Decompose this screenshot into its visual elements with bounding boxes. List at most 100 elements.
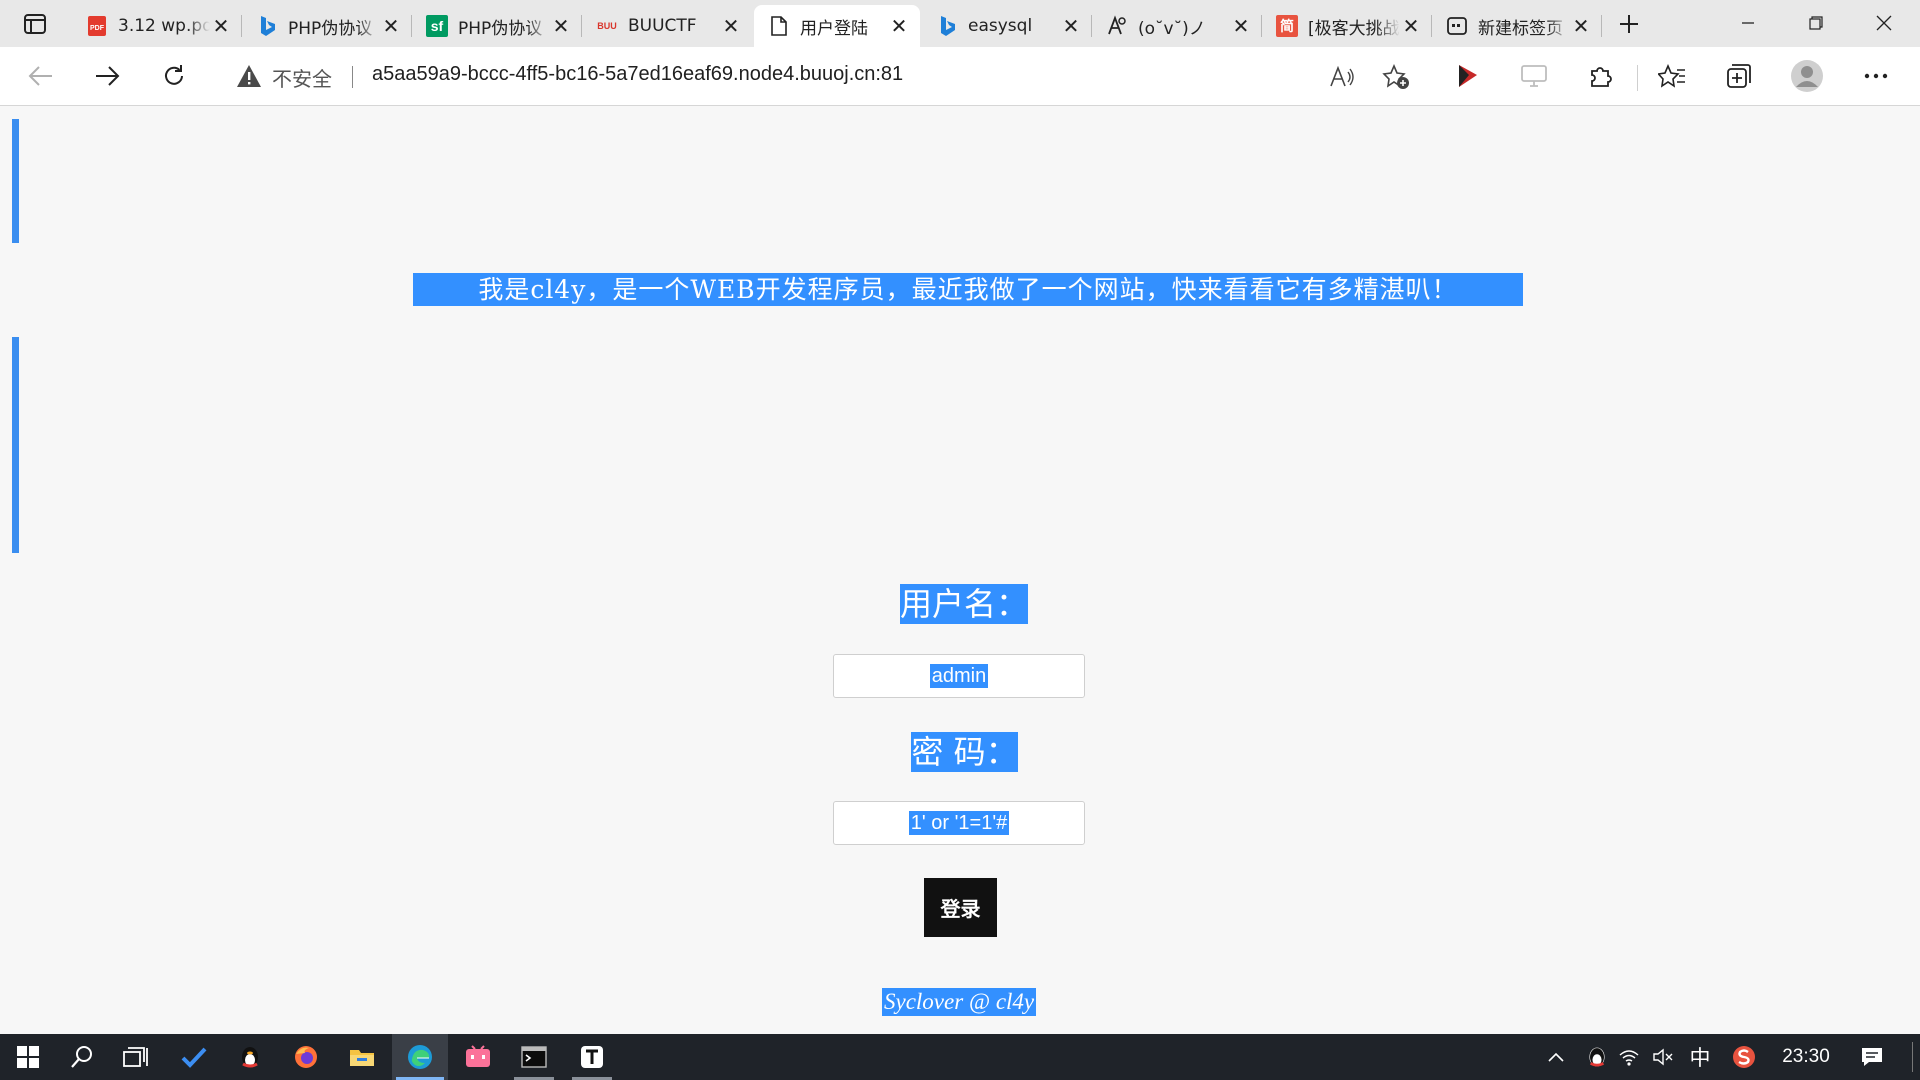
tab-newtab[interactable]: 新建标签页 ✕ [1432,5,1602,47]
buuctf-icon: BUU [597,21,617,31]
firefox-icon [295,1046,317,1068]
login-button[interactable]: 登录 [924,878,997,937]
tab-buuctf[interactable]: BUU BUUCTF ✕ [582,5,752,47]
refresh-button[interactable] [155,57,193,95]
show-desktop-button[interactable] [1904,1034,1920,1080]
show-hidden-icons-button[interactable] [1544,1034,1568,1080]
taskbar: 中 23:30 [0,1034,1920,1080]
search-button[interactable] [54,1034,110,1080]
back-arrow-icon [28,66,52,86]
tab-title: 3.12 wp.pdf [118,16,210,36]
newtab-icon [1446,15,1468,37]
taskbar-explorer-app[interactable] [334,1034,390,1080]
close-icon[interactable]: ✕ [1570,14,1592,38]
password-input[interactable]: 1' or '1=1'# [833,801,1085,845]
taskbar-bilibili-app[interactable] [450,1034,506,1080]
extension-red-button[interactable] [1449,57,1487,95]
tab-title: [极客大挑战 [1308,18,1400,39]
qq-penguin-icon [242,1047,258,1068]
taskbar-typora-app[interactable] [564,1034,620,1080]
volume-button[interactable] [1648,1034,1678,1080]
password-label: 密 码： [911,732,1018,772]
address-bar[interactable]: 不安全 a5aa59a9-bccc-4ff5-bc16-5a7ed16eaf69… [216,54,1426,98]
close-icon[interactable]: ✕ [1400,14,1422,38]
warning-icon [237,65,261,87]
close-icon[interactable]: ✕ [720,14,742,38]
collections-icon [1727,64,1751,88]
notification-icon [1862,1048,1882,1066]
sogou-icon [1733,1046,1755,1068]
plus-icon [1620,15,1638,33]
tab-title: easysql [968,16,1033,36]
back-button[interactable] [22,57,60,95]
avatar [1791,60,1823,92]
refresh-icon [165,65,183,85]
close-icon[interactable]: ✕ [1060,14,1082,38]
username-value: admin [929,664,989,688]
tab-php-bing[interactable]: PHP伪协议 ✕ [242,5,412,47]
taskbar-qq-app[interactable] [222,1034,278,1080]
intro-text: 我是cl4y，是一个WEB开发程序员，最近我做了一个网站，快来看看它有多精湛叭！ [413,273,1523,306]
tab-pdf[interactable]: PDF 3.12 wp.pdf ✕ [72,5,242,47]
restore-button[interactable] [1782,0,1850,46]
close-icon[interactable]: ✕ [550,14,572,38]
tray-qq-button[interactable] [1582,1034,1612,1080]
favorites-icon [1658,64,1685,88]
tab-actions-button[interactable] [18,10,52,38]
tab-login-active[interactable]: 用户登陆 ✕ [754,5,920,47]
bing-icon [256,15,278,37]
svg-text:PDF: PDF [90,25,105,32]
close-icon [1876,15,1892,31]
tab-strip: PDF 3.12 wp.pdf ✕ PHP伪协议 ✕ sf PHP伪协议 ✕ B… [0,0,1920,47]
windows-logo-icon [17,1046,39,1068]
extension-screen-button[interactable] [1515,57,1553,95]
close-icon[interactable]: ✕ [1230,14,1252,38]
read-aloud-icon[interactable] [1328,64,1356,90]
tab-easysql[interactable]: easysql ✕ [922,5,1092,47]
tab-title: BUUCTF [628,16,697,36]
footer-credit: Syclover @ cl4y [882,988,1037,1016]
jian-icon: 简 [1276,15,1298,37]
tab-actions-icon [24,14,46,34]
close-icon[interactable]: ✕ [888,14,910,38]
extension-red-icon [1459,65,1477,87]
tab-title: PHP伪协议 [458,18,543,39]
extensions-button[interactable] [1581,57,1619,95]
pdf-icon: PDF [86,15,108,37]
notifications-button[interactable] [1854,1034,1890,1080]
taskbar-firefox-app[interactable] [278,1034,334,1080]
add-favorite-icon[interactable] [1382,64,1410,90]
minimize-button[interactable] [1714,0,1782,46]
forward-button[interactable] [88,57,126,95]
start-button[interactable] [0,1034,56,1080]
taskbar-todo-app[interactable] [166,1034,222,1080]
tab-translate[interactable]: (o˘v˘)ノ ✕ [1092,5,1262,47]
url-text[interactable]: a5aa59a9-bccc-4ff5-bc16-5a7ed16eaf69.nod… [372,63,903,86]
bilibili-icon [466,1045,490,1067]
password-value: 1' or '1=1'# [908,811,1010,835]
search-icon [71,1046,92,1068]
folder-icon [350,1050,374,1066]
security-label[interactable]: 不安全 [272,63,332,92]
forward-arrow-icon [96,66,120,86]
close-icon[interactable]: ✕ [380,14,402,38]
collections-button[interactable] [1720,57,1758,95]
tab-php-sf[interactable]: sf PHP伪协议 ✕ [412,5,582,47]
tab-geek[interactable]: 简 [极客大挑战 ✕ [1262,5,1432,47]
taskbar-edge-app[interactable] [392,1034,448,1080]
more-icon [1864,73,1888,79]
profile-button[interactable] [1788,57,1826,95]
favorites-button[interactable] [1653,57,1691,95]
tab-title: PHP伪协议 [288,18,373,39]
close-icon[interactable]: ✕ [210,14,232,38]
sogou-ime-button[interactable] [1728,1034,1760,1080]
new-tab-button[interactable] [1614,10,1644,38]
ime-indicator[interactable]: 中 [1684,1034,1716,1080]
network-button[interactable] [1614,1034,1644,1080]
more-menu-button[interactable] [1857,57,1895,95]
task-view-button[interactable] [108,1034,164,1080]
clock[interactable]: 23:30 [1778,1034,1834,1080]
username-input[interactable]: admin [833,654,1085,698]
close-window-button[interactable] [1850,0,1918,46]
taskbar-terminal-app[interactable] [506,1034,562,1080]
